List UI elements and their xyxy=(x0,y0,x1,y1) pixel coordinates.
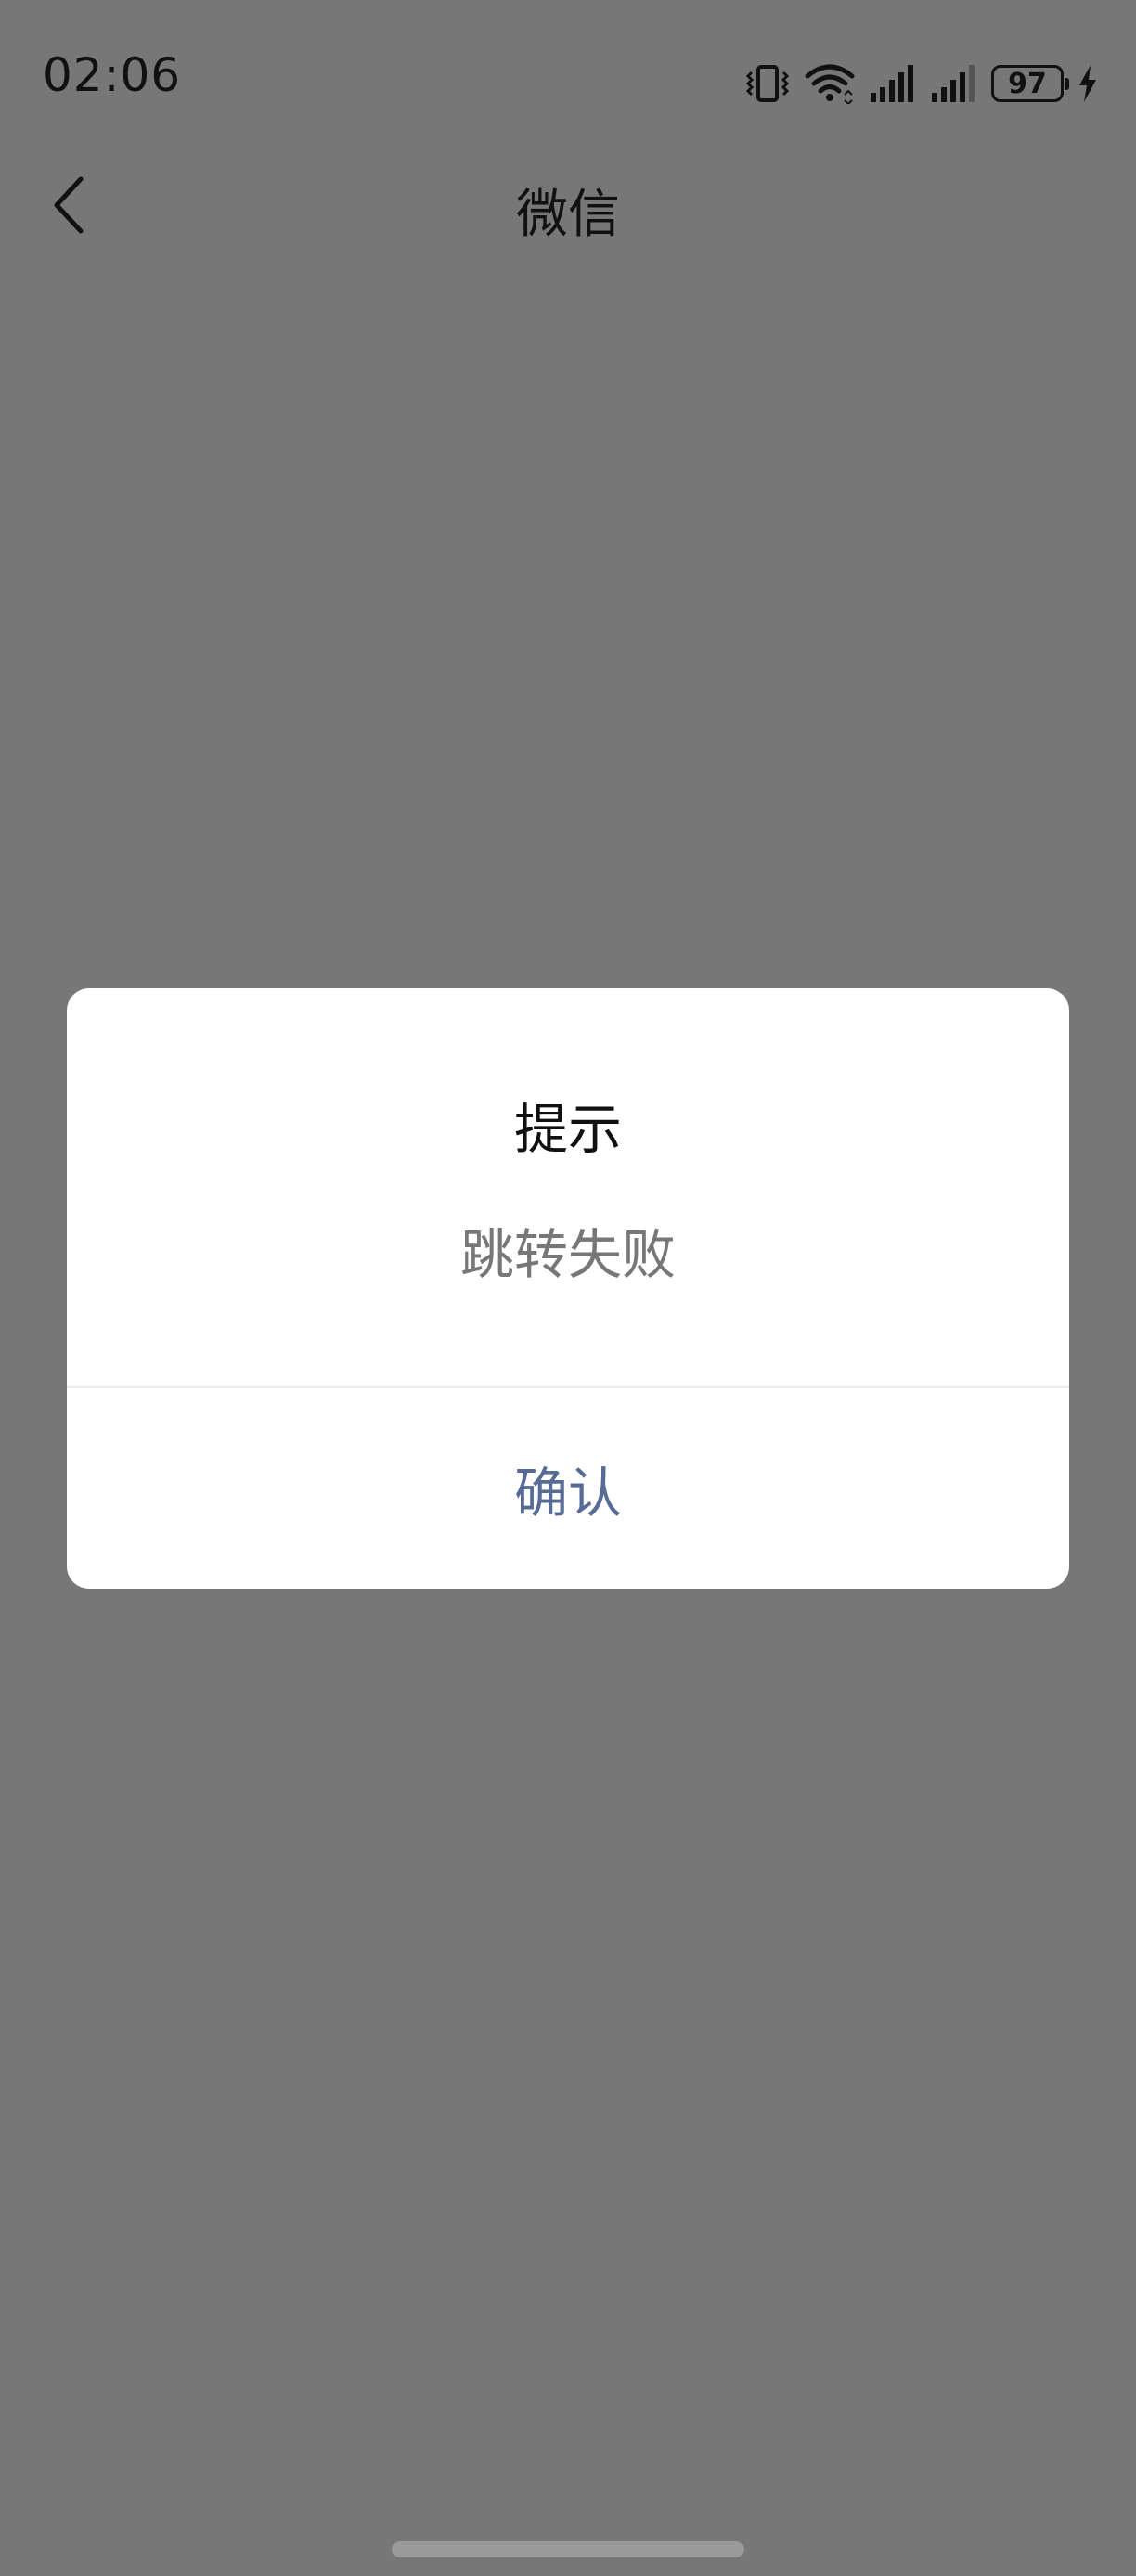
confirm-button[interactable]: 确认 xyxy=(67,1388,1069,1589)
charging-icon xyxy=(1077,63,1099,104)
battery-level: 97 xyxy=(1008,67,1047,100)
page-title: 微信 xyxy=(516,185,620,245)
status-time: 02:06 xyxy=(43,48,182,102)
vibrate-icon xyxy=(744,63,791,104)
battery-icon: 97 xyxy=(991,65,1069,102)
nav-bar: 微信 xyxy=(0,148,1136,269)
dialog-title: 提示 xyxy=(513,1098,622,1161)
dialog-message: 跳转失败 xyxy=(459,1223,676,1286)
status-icons: 97 xyxy=(744,58,1099,109)
screen: 02:06 97 微信 提示 跳转失败 确认 xyxy=(0,0,1136,2576)
status-bar: 02:06 97 xyxy=(0,0,1136,139)
home-indicator[interactable] xyxy=(392,2541,744,2557)
alert-dialog: 提示 跳转失败 确认 xyxy=(67,988,1069,1589)
signal-1-icon xyxy=(869,63,917,104)
signal-2-icon xyxy=(930,63,978,104)
wifi-icon xyxy=(804,63,856,104)
